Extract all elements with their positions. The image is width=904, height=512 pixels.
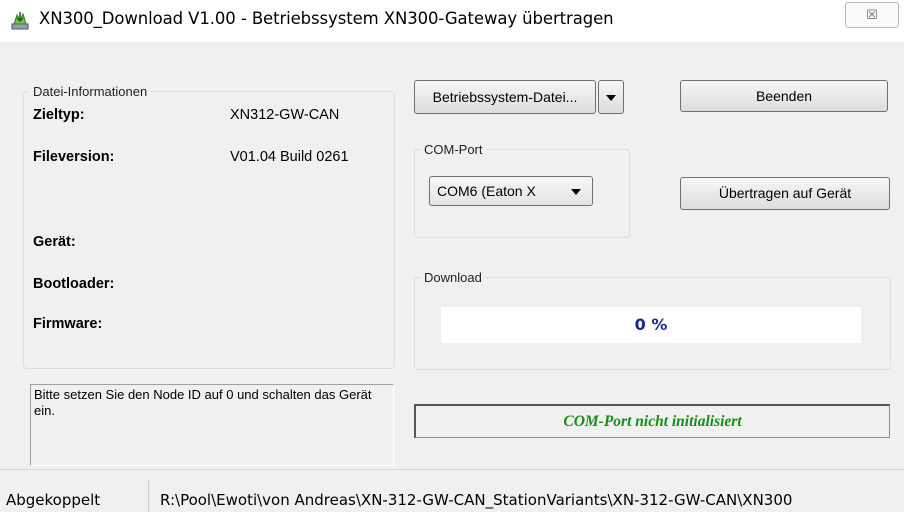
bootloader-label: Bootloader: bbox=[33, 276, 115, 292]
os-file-button-label: Betriebssystem-Datei... bbox=[432, 89, 578, 105]
file-path: R:\Pool\Ewoti\von Andreas\XN-312-GW-CAN_… bbox=[160, 491, 793, 509]
app-icon bbox=[10, 11, 30, 31]
status-field: COM-Port nicht initialisiert bbox=[414, 404, 890, 438]
exit-button[interactable]: Beenden bbox=[680, 80, 888, 112]
file-version-value: V01.04 Build 0261 bbox=[230, 149, 349, 165]
client-area: Datei-Informationen Zieltyp: XN312-GW-CA… bbox=[8, 42, 904, 469]
message-text: Bitte setzen Sie den Node ID auf 0 und s… bbox=[34, 387, 372, 418]
file-version-label: Fileversion: bbox=[33, 149, 115, 165]
progress-text: 0 % bbox=[634, 315, 668, 334]
close-icon: ☒ bbox=[866, 7, 878, 22]
title-bar: XN300_Download V1.00 - Betriebssystem XN… bbox=[0, 0, 904, 42]
download-progress-bar: 0 % bbox=[441, 307, 861, 343]
target-type-value: XN312-GW-CAN bbox=[230, 107, 340, 123]
status-bar-separator bbox=[148, 480, 149, 512]
target-type-label: Zieltyp: bbox=[33, 107, 85, 123]
transfer-button[interactable]: Übertragen auf Gerät bbox=[680, 177, 890, 210]
chevron-down-icon bbox=[606, 95, 616, 101]
status-message: COM-Port nicht initialisiert bbox=[563, 413, 742, 430]
com-port-legend: COM-Port bbox=[424, 142, 483, 157]
os-file-button[interactable]: Betriebssystem-Datei... bbox=[414, 80, 596, 114]
download-legend: Download bbox=[424, 270, 482, 285]
message-box: Bitte setzen Sie den Node ID auf 0 und s… bbox=[30, 384, 394, 466]
close-button[interactable]: ☒ bbox=[845, 2, 899, 28]
com-port-selected-value: COM6 (Eaton X bbox=[437, 183, 536, 199]
firmware-label: Firmware: bbox=[33, 316, 103, 332]
os-file-dropdown-button[interactable] bbox=[598, 80, 624, 114]
com-port-select[interactable]: COM6 (Eaton X bbox=[429, 176, 593, 206]
status-bar: Abgekoppelt R:\Pool\Ewoti\von Andreas\XN… bbox=[0, 469, 904, 512]
exit-button-label: Beenden bbox=[755, 88, 813, 104]
device-label: Gerät: bbox=[33, 234, 76, 250]
window-title: XN300_Download V1.00 - Betriebssystem XN… bbox=[39, 9, 614, 28]
connection-state: Abgekoppelt bbox=[6, 491, 101, 509]
file-info-legend: Datei-Informationen bbox=[33, 84, 148, 99]
transfer-button-label: Übertragen auf Gerät bbox=[718, 185, 852, 201]
chevron-down-icon bbox=[571, 189, 581, 195]
